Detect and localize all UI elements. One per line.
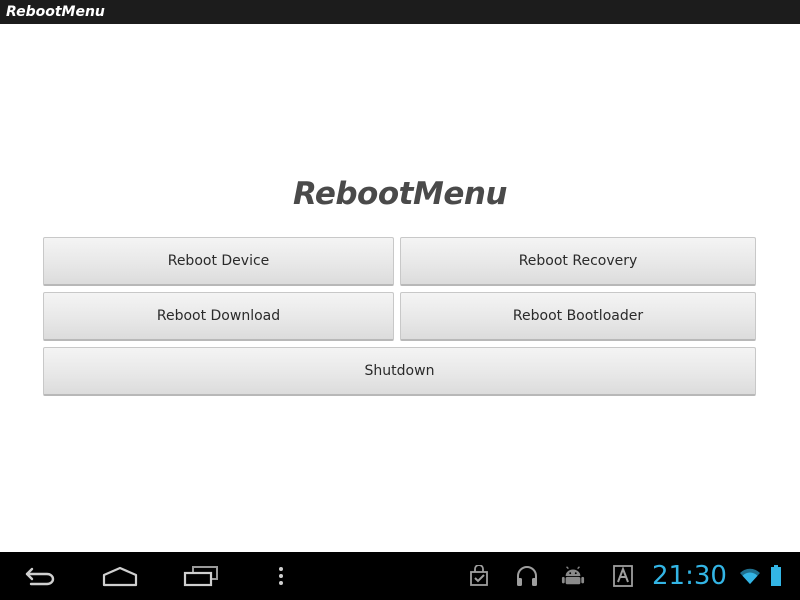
keyboard-a-icon[interactable]	[611, 564, 635, 588]
recent-apps-icon[interactable]	[176, 552, 226, 600]
shutdown-button[interactable]: Shutdown	[43, 347, 756, 396]
menu-icon[interactable]	[266, 552, 296, 600]
title-bar: RebootMenu	[0, 0, 800, 24]
reboot-bootloader-button[interactable]: Reboot Bootloader	[400, 292, 756, 341]
reboot-recovery-button[interactable]: Reboot Recovery	[400, 237, 756, 286]
android-icon[interactable]	[561, 564, 585, 588]
market-bag-icon[interactable]	[467, 564, 491, 588]
system-navigation-bar: 21:30	[0, 552, 800, 600]
wifi-icon[interactable]	[738, 564, 762, 588]
app-title: RebootMenu	[6, 4, 105, 20]
page-title: RebootMenu	[293, 176, 507, 212]
battery-icon[interactable]	[768, 564, 784, 588]
back-icon[interactable]	[16, 552, 66, 600]
reboot-download-button[interactable]: Reboot Download	[43, 292, 394, 341]
reboot-device-button[interactable]: Reboot Device	[43, 237, 394, 286]
headphones-icon[interactable]	[515, 564, 539, 588]
home-icon[interactable]	[95, 552, 145, 600]
main-content: RebootMenu Reboot Device Reboot Recovery…	[0, 24, 800, 552]
clock[interactable]: 21:30	[652, 560, 727, 592]
